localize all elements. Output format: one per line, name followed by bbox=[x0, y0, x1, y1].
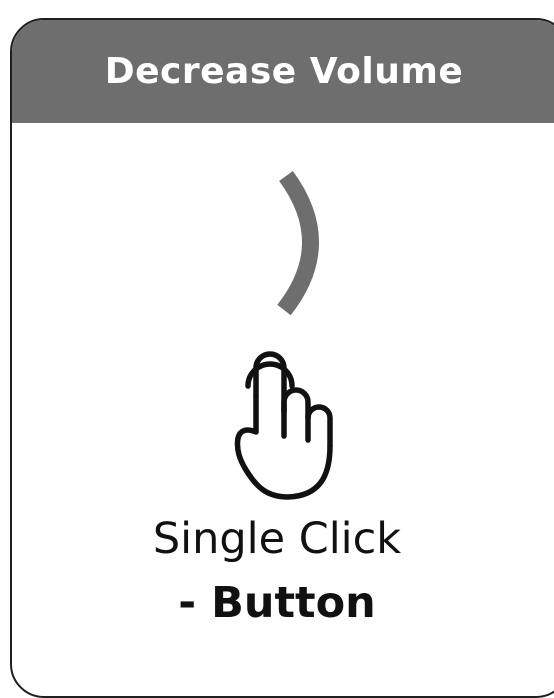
button-label: - Button bbox=[178, 578, 376, 628]
card-header: Decrease Volume bbox=[12, 20, 554, 123]
action-label: Single Click bbox=[152, 514, 402, 564]
card-title: Decrease Volume bbox=[104, 51, 464, 92]
